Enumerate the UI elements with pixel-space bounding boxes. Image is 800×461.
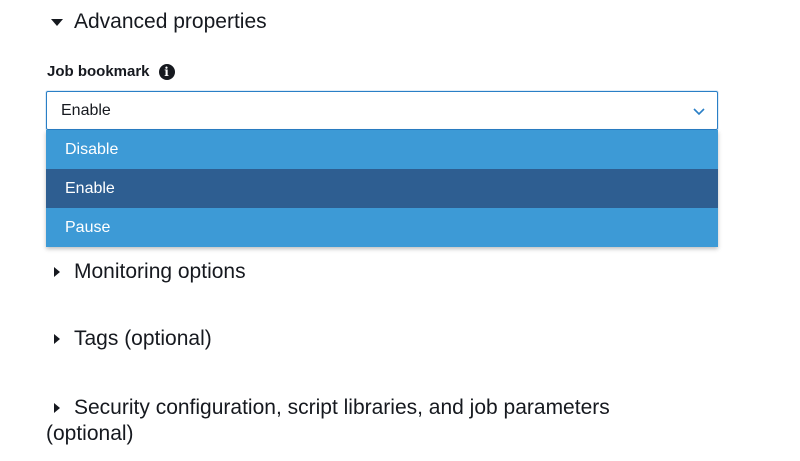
job-bookmark-select[interactable]: Enable xyxy=(46,91,718,130)
job-bookmark-dropdown: Disable Enable Pause xyxy=(46,130,718,247)
caret-right-icon xyxy=(46,259,74,285)
select-value: Enable xyxy=(61,101,111,119)
caret-down-icon xyxy=(46,9,74,35)
chevron-down-icon xyxy=(693,108,705,116)
dropdown-option-pause[interactable]: Pause xyxy=(46,208,718,247)
caret-right-icon xyxy=(46,395,74,421)
info-icon[interactable]: i xyxy=(158,64,175,80)
option-label: Disable xyxy=(65,140,119,158)
dropdown-option-disable[interactable]: Disable xyxy=(46,130,718,169)
section-title: Security configuration, script libraries… xyxy=(74,396,610,419)
section-tags[interactable]: Tags (optional) xyxy=(46,326,212,352)
section-title: Tags (optional) xyxy=(74,327,212,350)
section-monitoring-options[interactable]: Monitoring options xyxy=(46,259,246,285)
dropdown-option-enable[interactable]: Enable xyxy=(46,169,718,208)
option-label: Enable xyxy=(65,179,115,197)
section-security-configuration[interactable]: Security configuration, script libraries… xyxy=(46,395,610,447)
section-title: Monitoring options xyxy=(74,260,246,283)
field-label-text: Job bookmark xyxy=(47,63,150,80)
section-title: Advanced properties xyxy=(74,10,267,33)
caret-right-icon xyxy=(46,326,74,352)
option-label: Pause xyxy=(65,218,111,236)
section-title-continuation: (optional) xyxy=(46,422,134,445)
advanced-properties-panel: Advanced properties Job bookmark i Enabl… xyxy=(0,0,800,461)
job-bookmark-label: Job bookmark i xyxy=(47,62,175,82)
section-advanced-properties[interactable]: Advanced properties xyxy=(46,9,267,35)
